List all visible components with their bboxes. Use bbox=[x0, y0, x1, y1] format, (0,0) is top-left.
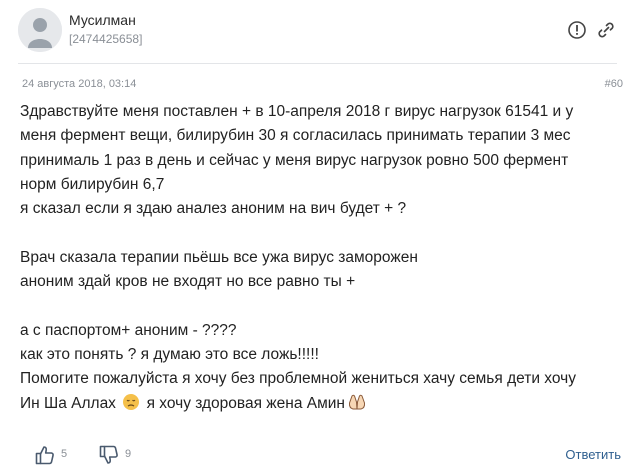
forum-post: Мусилман [2474425658] 24 августа 2018, 0… bbox=[0, 0, 635, 473]
avatar[interactable] bbox=[18, 8, 62, 52]
post-line: норм билирубин 6,7 bbox=[20, 175, 165, 193]
post-line: аноним здай кров не входят но все равно … bbox=[20, 273, 356, 291]
post-line: меня фермент вещи, билирубин 30 я соглас… bbox=[20, 127, 571, 145]
post-line-part: Ин Ша Аллах bbox=[20, 394, 116, 412]
disappointed-face-emoji bbox=[122, 393, 140, 419]
post-line: Здравствуйте меня поставлен + в 10-апрел… bbox=[20, 103, 574, 120]
reply-button[interactable]: Ответить bbox=[565, 447, 621, 462]
post-line: принималь 1 раз в день и сейчас у меня в… bbox=[20, 151, 569, 169]
post-line: Врач сказала терапии пьёшь все ужа вирус… bbox=[20, 248, 418, 266]
post-footer: 5 9 Ответить bbox=[0, 438, 635, 470]
post-date: 24 августа 2018, 03:14 bbox=[22, 78, 137, 90]
post-last-line: Ин Ша Аллах я хочу здоровая жена Амин bbox=[20, 392, 620, 416]
author-id: [2474425658] bbox=[69, 32, 143, 46]
thumbs-down-icon[interactable] bbox=[98, 444, 120, 466]
post-line: я сказал если я здаю аналез аноним на ви… bbox=[20, 200, 407, 218]
post-header: Мусилман [2474425658] bbox=[0, 0, 635, 60]
post-line-part: я хочу здоровая жена Амин bbox=[146, 394, 345, 412]
praying-hands-emoji bbox=[347, 393, 367, 419]
post-line: Помогите пожалуйста я хочу без проблемно… bbox=[20, 370, 576, 388]
author-name[interactable]: Мусилман bbox=[69, 12, 136, 28]
user-silhouette-icon bbox=[18, 8, 62, 52]
dislikes-count: 9 bbox=[125, 448, 132, 460]
thumbs-up-icon[interactable] bbox=[34, 444, 56, 466]
paperclip-link-icon[interactable] bbox=[596, 20, 616, 40]
post-line: а с паспортом+ аноним - ???? bbox=[20, 321, 237, 339]
post-number[interactable]: #60 bbox=[605, 78, 623, 90]
header-divider bbox=[18, 63, 617, 64]
exclamation-circle-icon[interactable] bbox=[567, 20, 587, 40]
likes-count: 5 bbox=[61, 448, 68, 460]
post-body: Здравствуйте меня поставлен + в 10-апрел… bbox=[20, 100, 620, 416]
post-line: как это понять ? я думаю это все ложь!!!… bbox=[20, 345, 319, 363]
